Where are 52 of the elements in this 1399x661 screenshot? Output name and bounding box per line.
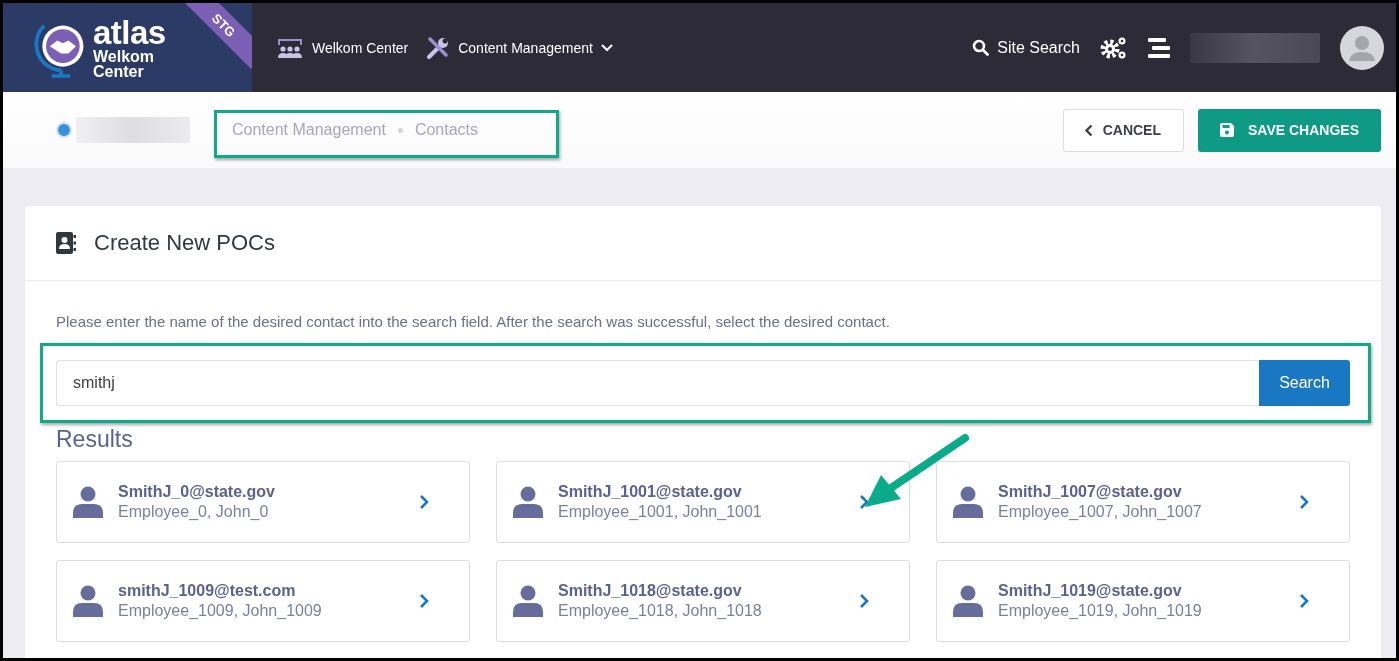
site-search-link[interactable]: Site Search <box>972 38 1080 57</box>
contact-name: Employee_1019, John_1019 <box>998 602 1203 620</box>
contact-email: SmithJ_1007@state.gov <box>998 483 1183 501</box>
save-changes-button[interactable]: SAVE CHANGES <box>1198 108 1381 152</box>
contact-email: SmithJ_1018@state.gov <box>558 582 743 600</box>
nav-link[interactable]: Welkom Center <box>276 36 409 59</box>
chevron-right-icon <box>419 593 429 609</box>
chevron-down-icon <box>600 43 613 52</box>
chevron-right-icon <box>859 593 869 609</box>
contact-result-card[interactable]: SmithJ_1001@state.gov Employee_1001, John_1001 <box>496 461 910 543</box>
tools-icon <box>426 35 451 60</box>
chevron-right-icon <box>419 494 429 510</box>
chevron-right-icon <box>1299 593 1309 609</box>
results-heading: Results <box>56 426 134 453</box>
person-icon <box>513 486 543 518</box>
person-icon <box>73 486 103 518</box>
cancel-button[interactable]: CANCEL <box>1062 108 1184 152</box>
menu-icon[interactable] <box>1148 37 1170 58</box>
contact-name: Employee_1001, John_1001 <box>558 503 763 521</box>
contact-book-icon <box>56 232 76 254</box>
nav-link[interactable]: Content Management <box>426 35 613 60</box>
contact-email: SmithJ_1019@state.gov <box>998 582 1183 600</box>
person-icon <box>953 585 983 617</box>
logo-wordmark: atlas <box>93 15 166 49</box>
contact-name: Employee_1007, John_1007 <box>998 503 1203 521</box>
breadcrumb-separator <box>397 127 403 133</box>
contact-result-card[interactable]: SmithJ_0@state.gov Employee_0, John_0 <box>56 461 470 543</box>
contact-email: smithJ_1009@test.com <box>118 582 297 600</box>
instructions-text: Please enter the name of the desired contact into the search field. After the search was successful, select the desired contact. <box>56 313 891 330</box>
settings-icon[interactable] <box>1100 35 1128 60</box>
chevron-left-icon <box>1083 123 1093 137</box>
people-group-icon <box>276 36 304 59</box>
contact-result-card[interactable]: SmithJ_1019@state.gov Employee_1019, John_1019 <box>936 560 1350 642</box>
contact-result-card[interactable]: SmithJ_1007@state.gov Employee_1007, John_1007 <box>936 461 1350 543</box>
contact-email: SmithJ_0@state.gov <box>118 483 276 501</box>
person-icon <box>953 486 983 518</box>
person-icon <box>513 585 543 617</box>
search-button[interactable]: Search <box>1259 360 1350 406</box>
contact-name: Employee_1009, John_1009 <box>118 602 323 620</box>
logo-subtitle: Welkom Center <box>93 48 156 80</box>
avatar-icon[interactable] <box>1340 25 1384 70</box>
search-icon <box>972 39 990 56</box>
contact-result-card[interactable]: smithJ_1009@test.com Employee_1009, John_1009 <box>56 560 470 642</box>
status-dot <box>56 122 72 138</box>
contact-name: Employee_1018, John_1018 <box>558 602 763 620</box>
chevron-right-icon <box>1299 494 1309 510</box>
search-field[interactable]: smithj <box>56 360 1259 406</box>
contact-result-card[interactable]: SmithJ_1018@state.gov Employee_1018, John_1018 <box>496 560 910 642</box>
card-title: Create New POCs <box>94 230 275 256</box>
contact-name: Employee_0, John_0 <box>118 503 270 521</box>
person-icon <box>73 585 103 617</box>
contact-email: SmithJ_1001@state.gov <box>558 483 743 501</box>
